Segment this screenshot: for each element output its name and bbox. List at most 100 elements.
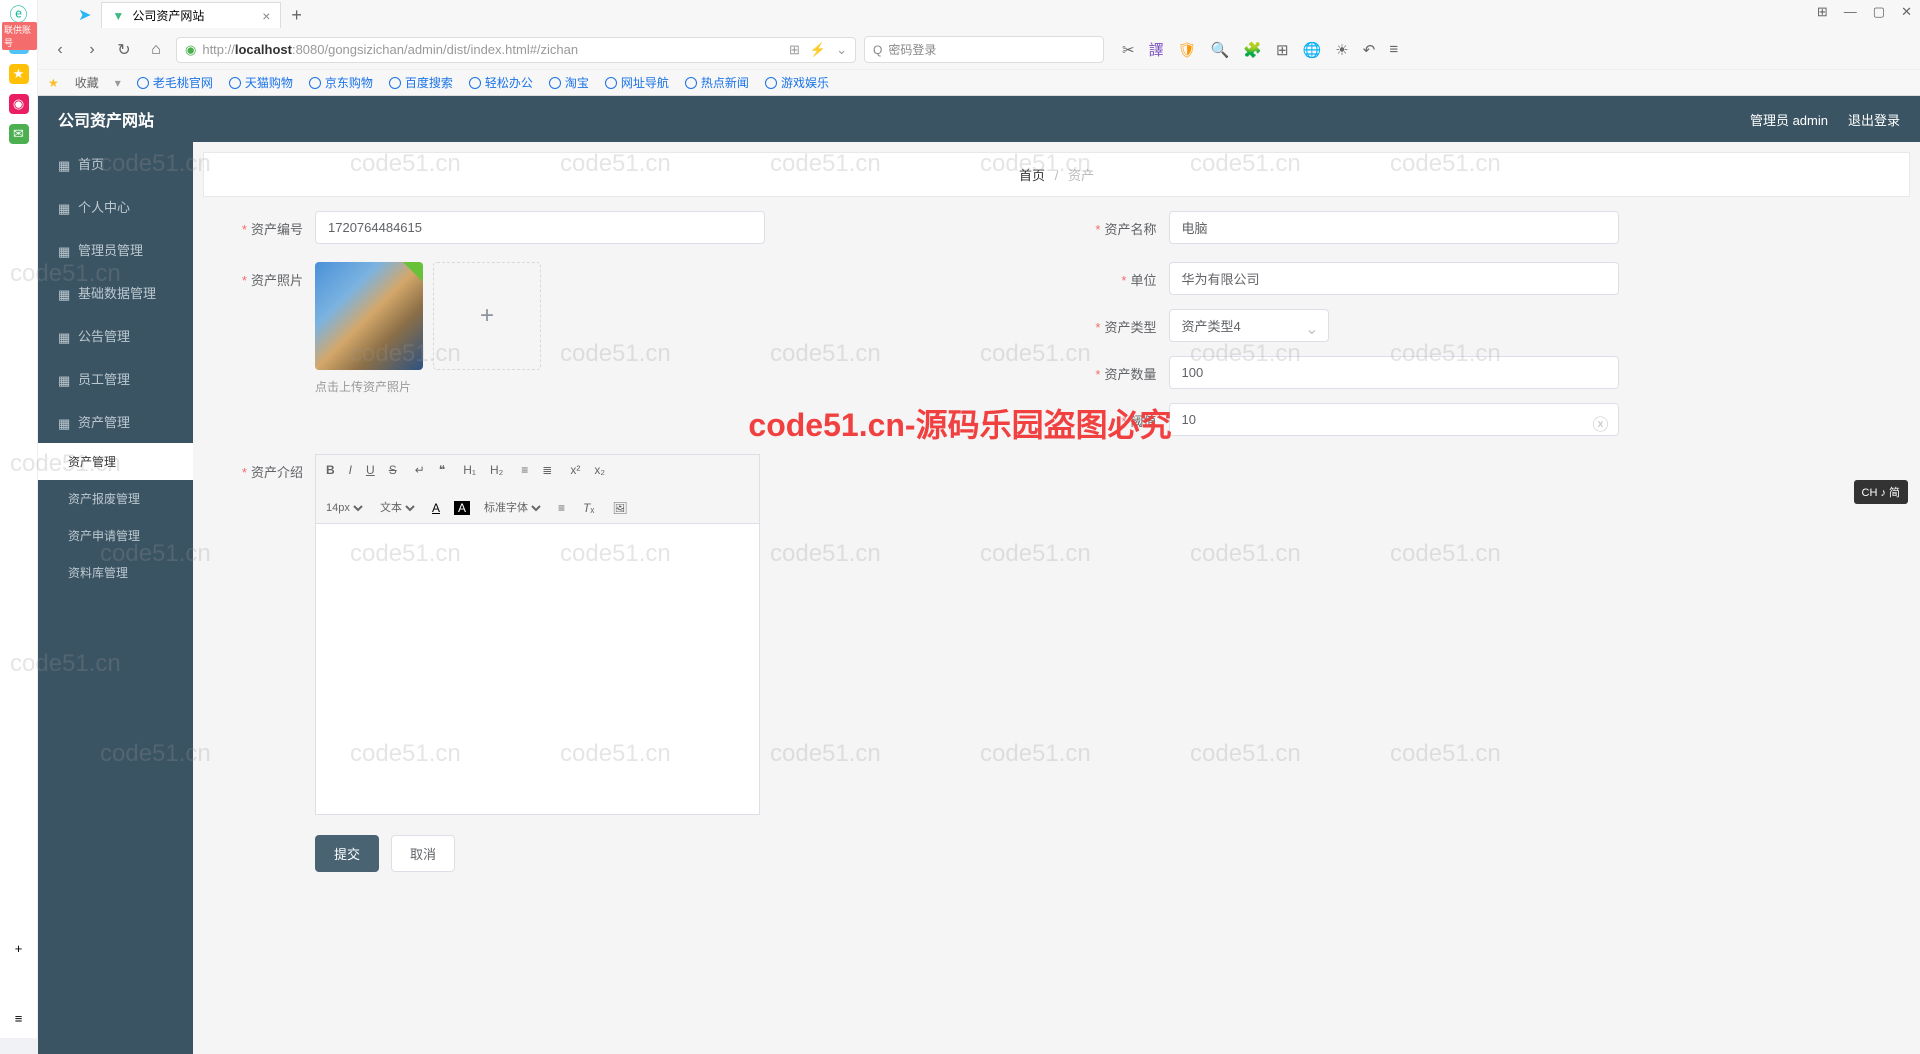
reload-icon[interactable]: ↻ [112, 38, 136, 62]
main-content: 首页 / 资产 *资产编号 *资产名称 *资产照 [193, 142, 1920, 1054]
sidebar-item-notice[interactable]: ▦公告管理 [38, 314, 193, 357]
rail-star-icon[interactable]: ★ [9, 64, 29, 84]
browser-logo-icon: ⓔ [9, 4, 29, 24]
bookmark-8[interactable]: 游戏娱乐 [765, 74, 829, 91]
sup-icon[interactable]: x² [566, 461, 584, 479]
url-bar[interactable]: ◉ http://localhost:8080/gongsizichan/adm… [176, 37, 856, 63]
bookmark-3[interactable]: 百度搜索 [389, 74, 453, 91]
font-size-select[interactable]: 14px [322, 501, 366, 515]
header-user[interactable]: 管理员 admin [1750, 110, 1828, 129]
ime-badge: CH ♪ 简 [1854, 480, 1909, 504]
search2-icon[interactable]: 🔍 [1211, 41, 1230, 59]
sidebar-item-staff[interactable]: ▦员工管理 [38, 357, 193, 400]
bgcolor-icon[interactable]: A [454, 501, 470, 515]
app-header: 公司资产网站 管理员 admin 退出登录 [38, 96, 1920, 142]
unit-input[interactable] [1169, 262, 1619, 295]
window-min-icon[interactable]: — [1844, 4, 1857, 20]
menu-icon[interactable]: ≡ [1389, 41, 1398, 58]
tab-add-icon[interactable]: + [291, 5, 302, 26]
search-box[interactable]: Q 密码登录 [864, 36, 1104, 63]
upload-add-button[interactable]: + [433, 262, 541, 370]
font-family-select[interactable]: 标准字体 [480, 501, 544, 515]
rail-weibo-icon[interactable]: ◉ [9, 94, 29, 114]
threshold-input[interactable] [1169, 403, 1619, 436]
breadcrumb: 首页 / 资产 [203, 152, 1910, 197]
forward-icon[interactable]: › [80, 38, 104, 62]
sidebar-item-admin[interactable]: ▦管理员管理 [38, 228, 193, 271]
strike-icon[interactable]: S [385, 461, 401, 479]
align-icon[interactable]: ≡ [554, 499, 569, 517]
bookmark-4[interactable]: 轻松办公 [469, 74, 533, 91]
fav-label: 收藏 [75, 74, 99, 91]
sidebar-item-basedata[interactable]: ▦基础数据管理 [38, 271, 193, 314]
rail-badge: 联供账号 [2, 22, 37, 50]
back-icon[interactable]: ‹ [48, 38, 72, 62]
list-ol-icon[interactable]: ≡ [517, 461, 532, 479]
h1-icon[interactable]: H₁ [459, 461, 480, 479]
bookmark-1[interactable]: 天猫购物 [229, 74, 293, 91]
qr-icon[interactable]: ⊞ [789, 42, 800, 58]
underline-icon[interactable]: U [362, 461, 379, 479]
grid-icon[interactable]: ⊞ [1276, 41, 1289, 59]
compass-icon[interactable]: ➤ [78, 5, 91, 25]
bookmarks-bar: ★ 收藏 ▾ 老毛桃官网 天猫购物 京东购物 百度搜索 轻松办公 淘宝 网址导航… [38, 69, 1920, 95]
bold-icon[interactable]: B [322, 461, 339, 479]
shield-icon: ◉ [185, 42, 196, 58]
italic-icon[interactable]: I [345, 461, 356, 479]
font-type-select[interactable]: 文本 [376, 501, 418, 515]
fav-star-icon[interactable]: ★ [48, 76, 59, 90]
browser-chrome: ⊞ — ▢ ✕ ➤ ▼ 公司资产网站 × + ‹ › ↻ ⌂ ◉ http://… [38, 0, 1920, 96]
bookmark-7[interactable]: 热点新闻 [685, 74, 749, 91]
asset-name-input[interactable] [1169, 211, 1619, 244]
code-icon[interactable]: ↵ [411, 461, 429, 479]
sidebar-item-asset[interactable]: ▦资产管理 [38, 400, 193, 443]
upload-thumbnail[interactable] [315, 262, 423, 370]
clear-format-icon[interactable]: Tₓ [579, 499, 598, 517]
tab-close-icon[interactable]: × [262, 8, 270, 24]
bookmark-5[interactable]: 淘宝 [549, 74, 589, 91]
h2-icon[interactable]: H₂ [486, 461, 507, 479]
qty-input[interactable] [1169, 356, 1619, 389]
rail-mail-icon[interactable]: ✉ [9, 124, 29, 144]
bookmark-6[interactable]: 网址导航 [605, 74, 669, 91]
flash-icon[interactable]: ⚡ [810, 42, 826, 58]
globe-icon[interactable]: 🌐 [1303, 41, 1322, 59]
window-pin-icon[interactable]: ⊞ [1817, 4, 1828, 20]
rail-add-icon[interactable]: + [9, 938, 29, 958]
sidebar-sub-apply[interactable]: 资产申请管理 [38, 517, 193, 554]
image-icon[interactable]: 🖼 [608, 499, 631, 517]
asset-type-select[interactable]: ⌄ [1169, 309, 1329, 342]
editor-content[interactable] [316, 524, 759, 814]
rail-menu-icon[interactable]: ≡ [9, 1008, 29, 1028]
sidebar-sub-asset-mgmt[interactable]: 资产管理 [38, 443, 193, 480]
sidebar-sub-library[interactable]: 资料库管理 [38, 554, 193, 591]
header-logout[interactable]: 退出登录 [1848, 110, 1900, 129]
submit-button[interactable]: 提交 [315, 835, 379, 872]
color-icon[interactable]: A [428, 499, 444, 517]
url-text: http://localhost:8080/gongsizichan/admin… [202, 42, 578, 57]
window-close-icon[interactable]: ✕ [1901, 4, 1912, 20]
sidebar-item-home[interactable]: ▦首页 [38, 142, 193, 185]
right-tools: ✂ 譯 🛡 🔍 🧩 ⊞ 🌐 ☀ ↶ ≡ [1122, 39, 1398, 60]
sub-icon[interactable]: x₂ [590, 461, 609, 479]
window-max-icon[interactable]: ▢ [1873, 4, 1885, 20]
translate-icon[interactable]: 譯 [1149, 39, 1164, 60]
bookmark-0[interactable]: 老毛桃官网 [137, 74, 213, 91]
sun-icon[interactable]: ☀ [1335, 41, 1348, 59]
browser-tab[interactable]: ▼ 公司资产网站 × [101, 2, 281, 28]
breadcrumb-home[interactable]: 首页 [1019, 168, 1045, 183]
asset-no-input[interactable] [315, 211, 765, 244]
quote-icon[interactable]: ❝ [435, 461, 449, 479]
list-ul-icon[interactable]: ≣ [538, 461, 556, 479]
sidebar-sub-scrap[interactable]: 资产报废管理 [38, 480, 193, 517]
bookmark-2[interactable]: 京东购物 [309, 74, 373, 91]
security-icon[interactable]: 🛡 [1178, 41, 1197, 59]
undo-icon[interactable]: ↶ [1363, 41, 1376, 59]
sidebar-item-profile[interactable]: ▦个人中心 [38, 185, 193, 228]
puzzle-icon[interactable]: 🧩 [1243, 41, 1262, 59]
clear-icon[interactable]: ⓧ [1592, 411, 1608, 435]
home-icon[interactable]: ⌂ [144, 38, 168, 62]
scissors-icon[interactable]: ✂ [1122, 41, 1135, 59]
cancel-button[interactable]: 取消 [391, 835, 455, 872]
dropdown-icon[interactable]: ⌄ [836, 42, 847, 58]
